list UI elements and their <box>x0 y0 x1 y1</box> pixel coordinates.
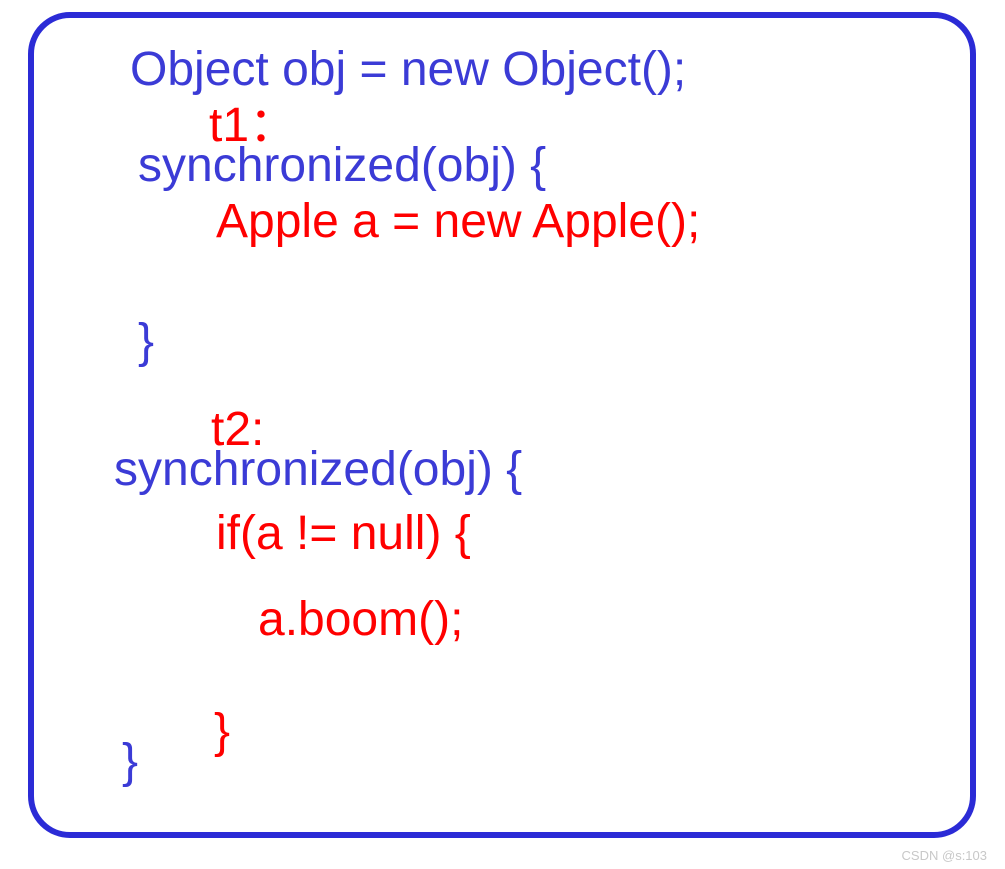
code-line-8: if(a != null) { <box>216 510 471 558</box>
code-line-7: synchronized(obj) { <box>114 446 522 494</box>
code-line-1: Object obj = new Object(); <box>130 46 686 94</box>
watermark-text: CSDN @s:103 <box>902 848 987 863</box>
code-line-10-brace: } <box>214 708 230 756</box>
code-frame: Object obj = new Object(); t1： synchroni… <box>28 12 976 838</box>
code-line-9: a.boom(); <box>258 596 463 644</box>
code-line-4: Apple a = new Apple(); <box>216 198 700 246</box>
code-block: Object obj = new Object(); t1： synchroni… <box>34 18 970 832</box>
code-line-5-brace: } <box>138 318 154 366</box>
code-line-11-brace: } <box>122 738 138 786</box>
code-line-3: synchronized(obj) { <box>138 142 546 190</box>
